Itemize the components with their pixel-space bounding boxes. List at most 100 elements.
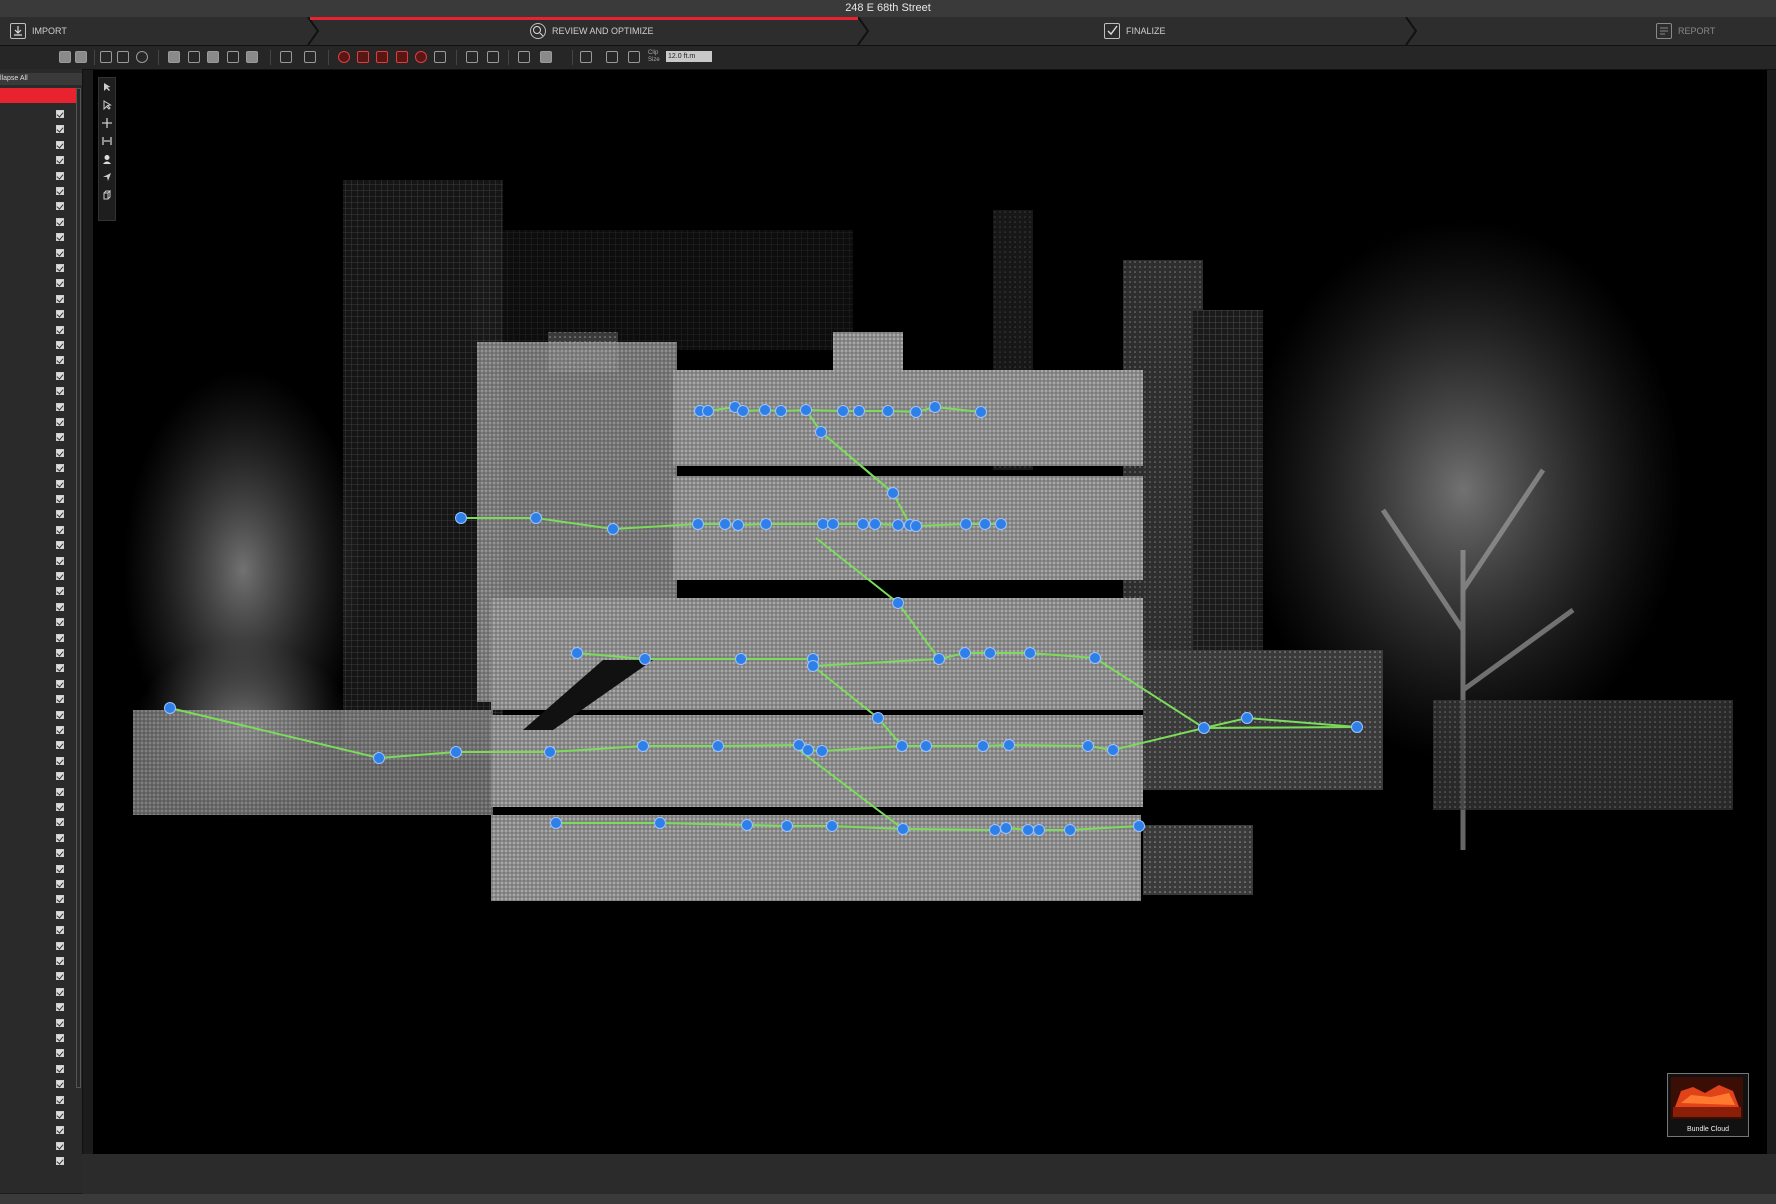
scan-position-marker[interactable] — [1033, 824, 1045, 836]
scan-position-marker[interactable] — [1198, 722, 1210, 734]
scan-visibility-checkbox[interactable] — [56, 248, 64, 257]
scan-position-marker[interactable] — [807, 660, 819, 672]
scan-visibility-checkbox[interactable] — [56, 587, 64, 596]
scan-position-marker[interactable] — [450, 746, 462, 758]
cube-icon[interactable] — [580, 51, 592, 63]
user-view-icon[interactable] — [102, 154, 112, 164]
scan-position-marker[interactable] — [887, 487, 899, 499]
scan-visibility-checkbox[interactable] — [56, 294, 64, 303]
scan-position-marker[interactable] — [1003, 739, 1015, 751]
scan-visibility-checkbox[interactable] — [56, 433, 64, 442]
scan-visibility-checkbox[interactable] — [56, 803, 64, 811]
scrollbar[interactable] — [76, 88, 81, 1088]
scan-visibility-checkbox[interactable] — [56, 479, 64, 488]
scan-position-marker[interactable] — [654, 817, 666, 829]
display-icon[interactable] — [628, 51, 640, 63]
scan-position-marker[interactable] — [816, 745, 828, 757]
grid-icon[interactable] — [540, 51, 552, 63]
scan-visibility-checkbox[interactable] — [56, 125, 64, 134]
scan-position-marker[interactable] — [737, 405, 749, 417]
scan-visibility-checkbox[interactable] — [56, 264, 64, 272]
scan-position-marker[interactable] — [897, 823, 909, 835]
scan-position-marker[interactable] — [1107, 744, 1119, 756]
scan-position-marker[interactable] — [735, 653, 747, 665]
step-finalize[interactable]: FINALIZE — [1104, 17, 1166, 45]
scan-position-marker[interactable] — [530, 512, 542, 524]
scan-visibility-checkbox[interactable] — [56, 110, 64, 118]
scan-position-marker[interactable] — [984, 647, 996, 659]
scan-position-marker[interactable] — [892, 519, 904, 531]
scan-position-marker[interactable] — [373, 752, 385, 764]
scan-position-marker[interactable] — [910, 406, 922, 418]
scan-position-marker[interactable] — [800, 404, 812, 416]
step-report[interactable]: REPORT — [1656, 17, 1715, 45]
scan-position-marker[interactable] — [827, 518, 839, 530]
scan-position-marker[interactable] — [1241, 712, 1253, 724]
scan-visibility-checkbox[interactable] — [56, 202, 64, 211]
scan-position-marker[interactable] — [775, 405, 787, 417]
scan-visibility-checkbox[interactable] — [56, 510, 64, 519]
scan-position-marker[interactable] — [960, 518, 972, 530]
scan-position-marker[interactable] — [712, 740, 724, 752]
scan-position-marker[interactable] — [741, 819, 753, 831]
scan-visibility-checkbox[interactable] — [56, 1003, 64, 1012]
scan-position-marker[interactable] — [853, 405, 865, 417]
scan-visibility-checkbox[interactable] — [56, 1064, 64, 1073]
scan-visibility-checkbox[interactable] — [56, 1080, 64, 1089]
scan-position-marker[interactable] — [692, 518, 704, 530]
scan-visibility-checkbox[interactable] — [56, 325, 64, 334]
select-arrow-icon[interactable] — [102, 82, 112, 92]
scan-visibility-checkbox[interactable] — [56, 957, 64, 965]
scan-visibility-checkbox[interactable] — [56, 895, 64, 904]
scan-visibility-checkbox[interactable] — [56, 464, 64, 473]
scan-position-marker[interactable] — [959, 647, 971, 659]
point-cloud-scan[interactable] — [93, 70, 1767, 1154]
target-icon[interactable] — [338, 51, 350, 63]
scan-position-marker[interactable] — [1024, 647, 1036, 659]
scan-visibility-checkbox[interactable] — [56, 387, 64, 396]
align-icon[interactable] — [466, 51, 478, 63]
scan-visibility-checkbox[interactable] — [56, 156, 64, 165]
scan-position-marker[interactable] — [837, 405, 849, 417]
scan-visibility-checkbox[interactable] — [56, 633, 64, 642]
scan-position-marker[interactable] — [759, 404, 771, 416]
scan-visibility-checkbox[interactable] — [56, 140, 64, 149]
scan-position-marker[interactable] — [882, 405, 894, 417]
zoom-icon[interactable] — [136, 51, 148, 63]
step-review-and-optimize[interactable]: REVIEW AND OPTIMIZE — [530, 17, 654, 45]
scan-visibility-checkbox[interactable] — [56, 710, 64, 719]
measure-icon[interactable] — [280, 51, 292, 63]
scan-position-marker[interactable] — [1351, 721, 1363, 733]
expand-icon[interactable] — [59, 51, 71, 63]
scan-position-marker[interactable] — [979, 518, 991, 530]
scan-position-marker[interactable] — [869, 518, 881, 530]
pin-icon[interactable] — [415, 51, 427, 63]
fit-view-icon[interactable] — [117, 51, 129, 63]
scan-visibility-checkbox[interactable] — [56, 556, 64, 565]
scan-position-marker[interactable] — [826, 820, 838, 832]
scan-visibility-checkbox[interactable] — [56, 448, 64, 457]
scan-position-marker[interactable] — [719, 518, 731, 530]
scan-visibility-checkbox[interactable] — [56, 341, 64, 349]
scan-position-marker[interactable] — [857, 518, 869, 530]
scan-visibility-checkbox[interactable] — [56, 418, 64, 426]
scan-visibility-checkbox[interactable] — [56, 741, 64, 750]
camera-icon[interactable] — [168, 51, 180, 63]
scan-visibility-checkbox[interactable] — [56, 1095, 64, 1104]
scan-position-marker[interactable] — [637, 740, 649, 752]
clip-icon[interactable] — [304, 51, 316, 63]
step-import[interactable]: IMPORT — [10, 17, 67, 45]
scan-position-marker[interactable] — [164, 702, 176, 714]
scan-visibility-checkbox[interactable] — [56, 664, 64, 673]
split-view-icon[interactable] — [188, 51, 200, 63]
collapse-icon[interactable] — [75, 51, 87, 63]
scan-visibility-checkbox[interactable] — [56, 356, 64, 365]
scan-visibility-checkbox[interactable] — [56, 1157, 64, 1166]
scan-visibility-checkbox[interactable] — [56, 187, 64, 195]
scan-position-marker[interactable] — [872, 712, 884, 724]
scan-position-marker[interactable] — [896, 740, 908, 752]
scan-position-marker[interactable] — [815, 426, 827, 438]
pan-icon[interactable] — [102, 118, 112, 128]
point-cloud-viewport[interactable]: Bundle Cloud — [93, 70, 1767, 1154]
select-add-icon[interactable] — [102, 100, 112, 110]
